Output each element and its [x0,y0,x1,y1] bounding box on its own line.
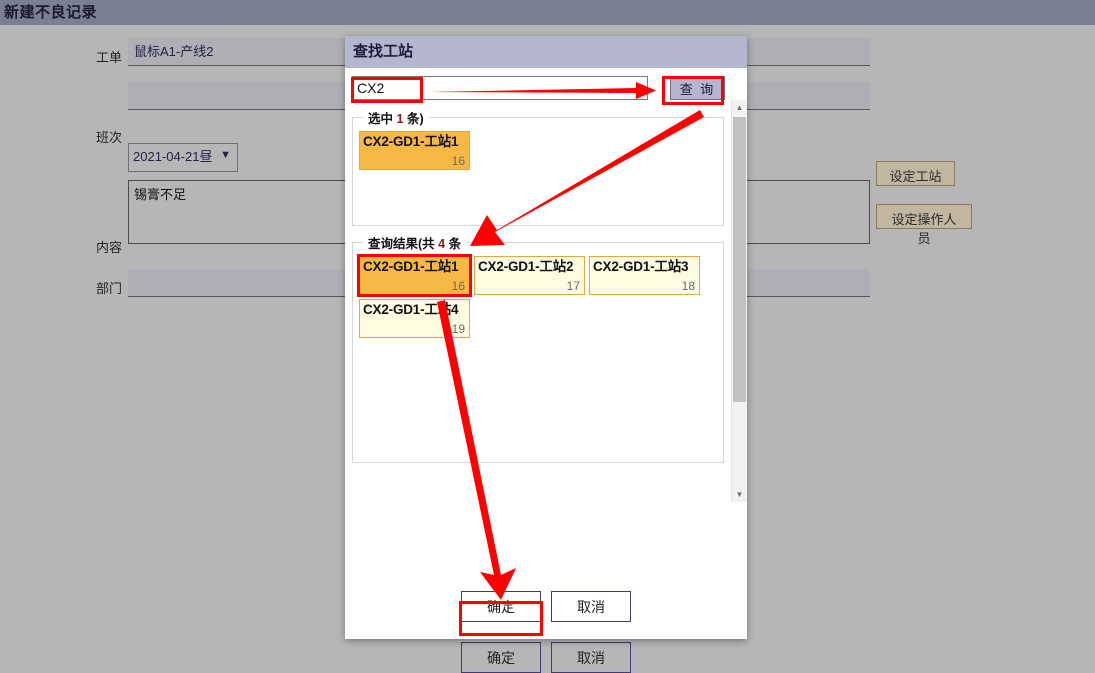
dialog-footer: 确定 取消 [345,574,747,639]
station-id: 17 [566,279,580,293]
scroll-down-arrow-icon[interactable]: ▼ [732,487,747,502]
station-name: CX2-GD1-工站3 [593,259,689,274]
query-results-legend: 查询结果(共 4 条 [363,233,466,252]
search-row: 查 询 [352,76,732,102]
station-id: 16 [451,279,465,293]
station-id: 18 [681,279,695,293]
selected-station-list: CX2-GD1-工站1 16 [353,127,723,176]
query-results-group: 查询结果(共 4 条 CX2-GD1-工站1 16 CX2-GD1-工站2 17… [352,233,724,463]
scroll-up-arrow-icon[interactable]: ▲ [732,100,747,115]
select-shift-value: 2021-04-21昼 [133,149,213,164]
results-legend-prefix: 查询结果(共 [368,237,435,251]
chevron-down-icon: ▼ [220,149,231,161]
station-name: CX2-GD1-工站1 [363,259,459,274]
result-station-chip[interactable]: CX2-GD1-工站2 17 [474,256,585,295]
label-content: 内容 [95,240,122,255]
station-id: 19 [451,322,465,336]
page-title: 新建不良记录 [0,0,1095,25]
station-name: CX2-GD1-工站4 [363,302,459,317]
dialog-scrollbar[interactable]: ▲ ▼ [731,100,747,502]
find-station-dialog: 查找工站 查 询 选中 1 条) CX2-GD1-工站1 16 [345,36,747,639]
result-station-chip[interactable]: CX2-GD1-工站1 16 [357,254,472,297]
station-name: CX2-GD1-工站1 [363,134,459,149]
form-confirm-button[interactable]: 确定 [461,642,541,673]
screen: 新建不良记录 工单 鼠标A1-产线2 班次 2021-04-21昼 ▼ 内容 锡… [0,0,1095,673]
selected-legend-suffix: 条) [406,112,424,126]
selected-stations-legend: 选中 1 条) [363,108,429,127]
label-department: 部门 [95,281,122,296]
set-operator-button[interactable]: 设定操作人员 [876,204,972,246]
label-shift: 班次 [95,130,122,145]
form-cancel-button[interactable]: 取消 [551,642,631,673]
set-station-button[interactable]: 设定工站 [876,161,955,186]
station-search-input[interactable] [352,76,648,100]
select-shift[interactable]: 2021-04-21昼 ▼ [128,143,238,172]
dialog-body: 查 询 选中 1 条) CX2-GD1-工站1 16 [345,68,747,606]
result-station-chip[interactable]: CX2-GD1-工站4 19 [359,299,470,338]
search-query-button[interactable]: 查 询 [670,76,725,100]
result-station-chip[interactable]: CX2-GD1-工站3 18 [589,256,700,295]
station-name: CX2-GD1-工站2 [478,259,574,274]
selected-legend-count: 1 [396,112,404,126]
station-id: 16 [451,154,465,168]
selected-stations-group: 选中 1 条) CX2-GD1-工站1 16 [352,108,724,226]
selected-legend-prefix: 选中 [368,112,394,126]
results-legend-suffix: 条 [448,237,462,251]
selected-station-chip[interactable]: CX2-GD1-工站1 16 [359,131,470,170]
dialog-confirm-button[interactable]: 确定 [461,591,541,622]
dialog-cancel-button[interactable]: 取消 [551,591,631,622]
results-legend-count: 4 [438,237,446,251]
label-work-order: 工单 [95,50,122,65]
dialog-title: 查找工站 [345,36,747,68]
query-result-list: CX2-GD1-工站1 16 CX2-GD1-工站2 17 CX2-GD1-工站… [353,252,723,344]
scrollbar-thumb[interactable] [733,117,746,402]
